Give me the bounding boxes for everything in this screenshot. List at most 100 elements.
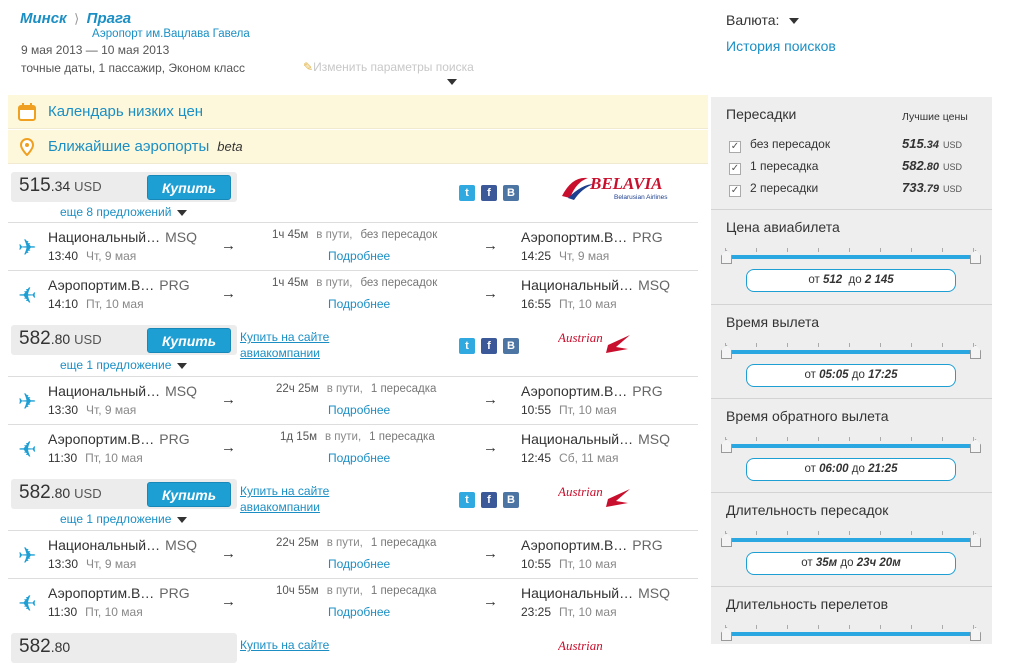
- details-link[interactable]: Подробнее: [328, 605, 390, 619]
- details-link[interactable]: Подробнее: [328, 297, 390, 311]
- calendar-icon: [18, 103, 36, 121]
- price-slider[interactable]: [721, 248, 981, 264]
- checkbox[interactable]: ✓: [729, 185, 741, 197]
- slider-handle-max[interactable]: [970, 533, 981, 547]
- origin-link[interactable]: Минск: [20, 10, 67, 27]
- checkbox[interactable]: ✓: [729, 163, 741, 175]
- slider-handle-max[interactable]: [970, 250, 981, 264]
- flight-segment[interactable]: ✈ Аэропортим.В… PRG 11:30 Пт, 10 мая → 1д …: [8, 424, 698, 472]
- buy-on-airline-site-link[interactable]: Купить на сайте авиакомпании: [240, 329, 329, 361]
- more-offers-link[interactable]: еще 1 предложение: [60, 358, 188, 372]
- stop-option-nonstop[interactable]: ✓ без пересадок: [729, 137, 830, 153]
- return-slider[interactable]: [721, 437, 981, 453]
- checkbox[interactable]: ✓: [729, 141, 741, 153]
- twitter-icon[interactable]: t: [459, 492, 475, 508]
- plane-return-icon: ✈: [18, 283, 37, 308]
- twitter-icon[interactable]: t: [459, 338, 475, 354]
- return-range-box: от 06:00 до 21:25: [746, 458, 956, 481]
- details-link[interactable]: Подробнее: [328, 249, 390, 263]
- search-header: Минск ⟩ Прага Аэропорт им.Вацлава Гавела 9…: [0, 0, 1019, 95]
- buy-on-airline-site-link[interactable]: Купить на сайте авиакомпании: [240, 483, 329, 515]
- price: 582.80 USD: [19, 328, 102, 349]
- vk-icon[interactable]: B: [503, 338, 519, 354]
- layover-range-box: от 35м до 23ч 20м: [746, 552, 956, 575]
- slider-handle-max[interactable]: [970, 439, 981, 453]
- details-link[interactable]: Подробнее: [328, 451, 390, 465]
- duration: 22ч 25м в пути, 1 пересадка: [276, 383, 437, 395]
- layover-filter: Длительность пересадок от 35м до 23ч 20м: [711, 493, 992, 587]
- buy-button[interactable]: Купить: [147, 482, 231, 507]
- more-offers-link[interactable]: еще 1 предложение: [60, 512, 188, 526]
- arrival-time: 23:25 Пт, 10 мая: [521, 605, 617, 619]
- nearby-airports-bar[interactable]: Ближайшие аэропорты beta: [8, 130, 708, 164]
- flight-segment[interactable]: ✈ Национальный… MSQ 13:30 Чт, 9 мая → 22ч …: [8, 376, 698, 424]
- slider-handle-max[interactable]: [970, 627, 981, 641]
- departure-airport: Национальный… MSQ: [48, 383, 198, 399]
- slider-handle-max[interactable]: [970, 345, 981, 359]
- stop-option-1[interactable]: ✓ 1 пересадка: [729, 159, 818, 175]
- departure-time: 14:10 Пт, 10 мая: [48, 297, 144, 311]
- slider-handle-min[interactable]: [721, 439, 732, 453]
- edit-search-link[interactable]: ✎Изменить параметры поиска: [303, 60, 474, 74]
- pencil-icon: ✎: [303, 60, 314, 74]
- buy-button[interactable]: Купить: [147, 328, 231, 353]
- flight-duration-slider[interactable]: [721, 625, 981, 641]
- facebook-icon[interactable]: f: [481, 185, 497, 201]
- destination-link[interactable]: Прага: [87, 10, 131, 27]
- details-link[interactable]: Подробнее: [328, 557, 390, 571]
- map-pin-icon: [19, 138, 35, 156]
- vk-icon[interactable]: B: [503, 492, 519, 508]
- belavia-logo: BELAVIA Belarusian Airlines: [558, 174, 688, 207]
- arrival-airport: Аэропортим.В… PRG: [521, 383, 663, 399]
- departure-range-box: от 05:05 до 17:25: [746, 364, 956, 387]
- share-icons: tfB: [459, 336, 525, 354]
- stops-filter: Пересадки Лучшие цены ✓ без пересадок 515…: [711, 97, 992, 210]
- flight-segment[interactable]: ✈ Аэропортим.В… PRG 11:30 Пт, 10 мая → 10ч…: [8, 578, 698, 626]
- slider-handle-min[interactable]: [721, 533, 732, 547]
- details-link[interactable]: Подробнее: [328, 403, 390, 417]
- price-box: 582.80 USD Купить: [11, 479, 237, 509]
- more-offers-link[interactable]: еще 8 предложений: [60, 205, 188, 219]
- price-box: 582.80: [11, 633, 237, 663]
- search-history-link[interactable]: История поисков: [726, 38, 836, 54]
- price: 582.80 USD: [19, 482, 102, 503]
- price-filter: Цена авиабилета от 512 до 2 145: [711, 210, 992, 305]
- slider-handle-min[interactable]: [721, 627, 732, 641]
- price-box: 582.80 USD Купить: [11, 325, 237, 355]
- buy-on-airline-site-link[interactable]: Купить на сайте: [240, 637, 329, 653]
- facebook-icon[interactable]: f: [481, 338, 497, 354]
- slider-handle-min[interactable]: [721, 250, 732, 264]
- slider-handle-min[interactable]: [721, 345, 732, 359]
- price-filter-title: Цена авиабилета: [726, 219, 840, 235]
- destination-airport[interactable]: Аэропорт им.Вацлава Гавела: [92, 28, 250, 40]
- duration: 10ч 55м в пути, 1 пересадка: [276, 585, 437, 597]
- arrow-right-icon: →: [221, 285, 236, 302]
- chevron-down-icon: [789, 18, 800, 25]
- beta-tag: beta: [217, 139, 243, 154]
- flight-segment[interactable]: ✈ Аэропортим.В… PRG 14:10 Пт, 10 мая → 1ч …: [8, 270, 698, 318]
- departure-slider[interactable]: [721, 343, 981, 359]
- arrival-time: 16:55 Пт, 10 мая: [521, 297, 617, 311]
- best-prices-label: Лучшие цены: [902, 111, 968, 123]
- arrival-time: 10:55 Пт, 10 мая: [521, 557, 617, 571]
- stop-option-2[interactable]: ✓ 2 пересадки: [729, 181, 818, 197]
- austrian-logo: Austrian: [557, 481, 638, 516]
- twitter-icon[interactable]: t: [459, 185, 475, 201]
- duration: 1ч 45м в пути, без пересадок: [272, 229, 438, 241]
- duration: 1д 15м в пути, 1 пересадка: [280, 431, 435, 443]
- departure-time: 13:30 Чт, 9 мая: [48, 403, 137, 417]
- facebook-icon[interactable]: f: [481, 492, 497, 508]
- buy-button[interactable]: Купить: [147, 175, 231, 200]
- flight-segment[interactable]: ✈ Национальный… MSQ 13:40 Чт, 9 мая → 1ч 4…: [8, 222, 698, 270]
- departure-time: 11:30 Пт, 10 мая: [48, 451, 143, 465]
- plane-outbound-icon: ✈: [18, 543, 37, 568]
- currency-select[interactable]: Валюта:: [726, 12, 800, 28]
- price-range-box: от 512 до 2 145: [746, 269, 956, 292]
- flight-segment[interactable]: ✈ Национальный… MSQ 13:30 Чт, 9 мая → 22ч …: [8, 530, 698, 578]
- chevron-down-icon[interactable]: [447, 79, 457, 85]
- layover-slider[interactable]: [721, 531, 981, 547]
- route-arrow-icon: ⟩: [74, 11, 80, 26]
- low-price-calendar-bar[interactable]: Календарь низких цен: [8, 95, 708, 129]
- departure-time: 13:40 Чт, 9 мая: [48, 249, 137, 263]
- vk-icon[interactable]: B: [503, 185, 519, 201]
